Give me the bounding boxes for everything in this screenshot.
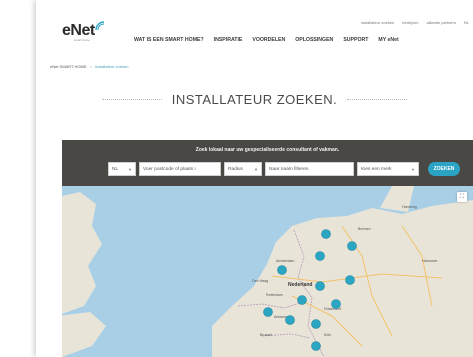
chevron-down-icon: ▼ [254,166,258,172]
postcode-placeholder: Voer postcode of plaats i [143,166,196,172]
country-label: Nederland [288,282,312,288]
city-label: Amsterdam [276,259,294,263]
chevron-down-icon: ▼ [128,166,132,172]
country-select-value: NL [112,166,119,172]
city-label: Hamburg [402,205,417,209]
installer-marker[interactable] [315,281,325,291]
brand-select-value: Kies een merk [361,166,392,172]
installer-map[interactable]: Hamburg Bremen Amsterdam Den Haag Rotter… [62,186,473,357]
logo-subtext: smart home [74,38,90,42]
chevron-down-icon: ▼ [411,166,415,172]
heading-row: INSTALLATEUR ZOEKEN. [36,92,473,107]
nav-item-smart-home[interactable]: WAT IS EEN SMART HOME? [134,37,204,43]
city-label: Brussel [260,333,272,337]
radius-select-value: Radius [228,166,243,172]
main-nav: WAT IS EEN SMART HOME? INSPIRATIE VOORDE… [134,37,399,43]
heading-rule-right [347,99,408,100]
top-link-bedrijven[interactable]: bedrijven [402,20,418,25]
nav-item-oplossingen[interactable]: OPLOSSINGEN [295,37,333,43]
installer-marker[interactable] [315,251,325,261]
installer-marker[interactable] [311,341,321,351]
enet-logo[interactable]: eNet smart home [62,21,105,42]
nav-item-voordelen[interactable]: VOORDELEN [252,37,285,43]
search-band: Zoek lokaal naar uw gespecialiseerde con… [62,140,473,186]
country-select[interactable]: NL ▼ [108,162,136,176]
installer-marker[interactable] [277,265,287,275]
search-button[interactable]: ZOEKEN [428,162,460,176]
breadcrumb-separator: > [89,64,92,69]
nav-item-inspiratie[interactable]: INSPIRATIE [214,37,243,43]
heading-rule-left [101,99,162,100]
city-label: Hannover [422,259,438,263]
logo-arc-icon [95,21,105,31]
top-link-installateur[interactable]: installateur zoeken [361,20,394,25]
nav-item-my-enet[interactable]: MY eNet [378,37,398,43]
city-label: Den Haag [252,279,268,283]
top-links: installateur zoeken bedrijven alliantie … [361,20,469,25]
top-link-partners[interactable]: alliantie partners [427,20,456,25]
name-filter-input[interactable]: Naar naam filteren [265,162,354,176]
name-filter-placeholder: Naar naam filteren [269,166,309,172]
search-intro: Zoek lokaal naar uw gespecialiseerde con… [195,147,340,153]
installer-marker[interactable] [297,295,307,305]
radius-select[interactable]: Radius ▼ [224,162,262,176]
language-switch[interactable]: NL [464,20,469,25]
installer-marker[interactable] [347,241,357,251]
nav-item-support[interactable]: SUPPORT [343,37,368,43]
map-canvas: Hamburg Bremen Amsterdam Den Haag Rotter… [62,186,473,357]
installer-marker[interactable] [263,307,273,317]
postcode-input[interactable]: Voer postcode of plaats i [139,162,221,176]
city-label: Rotterdam [266,293,283,297]
city-label: Bremen [358,227,371,231]
breadcrumb-current: Installateur zoeken [94,64,129,69]
breadcrumb-home[interactable]: eNet SMART HOME [50,64,87,69]
page-title: INSTALLATEUR ZOEKEN. [171,92,338,107]
city-label: Köln [324,333,331,337]
installer-marker[interactable] [311,319,321,329]
page-frame: eNet smart home installateur zoeken bedr… [36,0,473,357]
brand-select[interactable]: Kies een merk ▼ [357,162,419,176]
installer-marker[interactable] [321,229,331,239]
installer-marker[interactable] [285,315,295,325]
breadcrumb: eNet SMART HOME > Installateur zoeken [50,64,128,69]
installer-marker[interactable] [331,299,341,309]
installer-marker[interactable] [345,275,355,285]
fullscreen-icon[interactable]: ⛶ [457,192,467,202]
